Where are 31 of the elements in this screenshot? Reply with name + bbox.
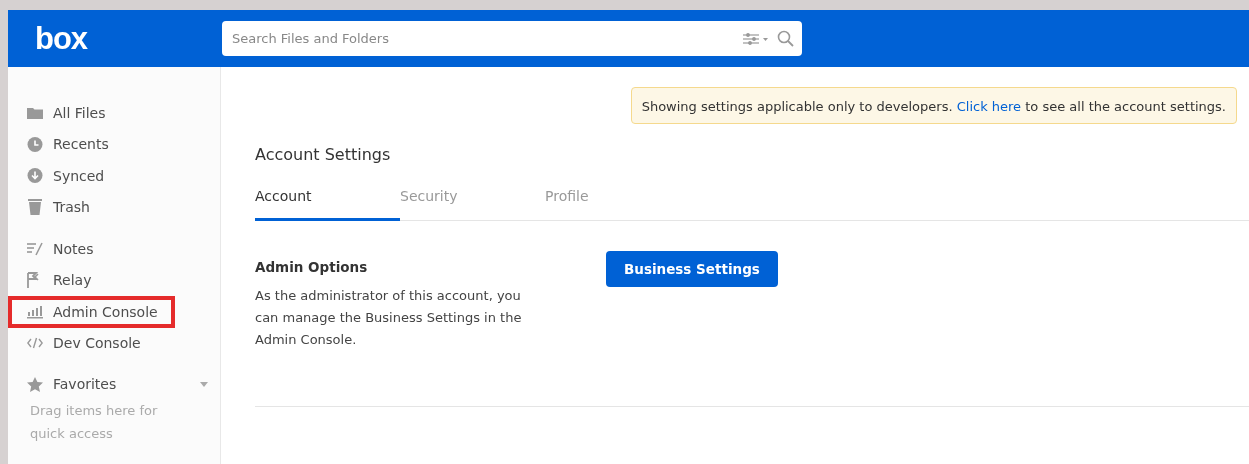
page-title: Account Settings bbox=[255, 145, 392, 164]
sidebar-item[interactable]: Trash bbox=[8, 191, 220, 223]
favorites-hint: Drag items here for quick access bbox=[29, 402, 159, 443]
sidebar-item[interactable]: Dev Console bbox=[8, 327, 220, 359]
section-description: As the administrator of this account, you can manage the Business Settings in the Admin Console. bbox=[255, 287, 523, 349]
folder-icon bbox=[27, 105, 43, 120]
sidebar-item[interactable]: Admin Console bbox=[8, 296, 175, 328]
filter-icon[interactable] bbox=[743, 32, 769, 45]
search-field[interactable]: Search Files and Folders bbox=[222, 21, 802, 56]
sidebar-item[interactable]: All Files bbox=[8, 97, 220, 129]
logo[interactable]: box bbox=[35, 20, 222, 57]
click-here-link[interactable]: Click here bbox=[956, 99, 1022, 114]
section-title: Admin Options bbox=[255, 259, 369, 275]
tab[interactable]: Account bbox=[255, 188, 400, 221]
sidebar-item[interactable]: Relay bbox=[8, 264, 220, 296]
star-icon bbox=[27, 376, 43, 392]
search-input[interactable]: Search Files and Folders bbox=[230, 30, 743, 47]
search-icon[interactable] bbox=[777, 30, 794, 47]
trash-icon bbox=[27, 199, 43, 216]
sidebar-item[interactable]: Notes bbox=[8, 233, 220, 265]
sidebar-item[interactable]: Recents bbox=[8, 128, 220, 160]
bar-chart-icon bbox=[27, 304, 43, 319]
business-settings-button[interactable]: Business Settings bbox=[606, 251, 778, 287]
clock-icon bbox=[27, 136, 43, 152]
favorites-header[interactable]: Favorites bbox=[8, 369, 220, 399]
notes-icon bbox=[27, 241, 43, 256]
download-icon bbox=[27, 168, 43, 184]
notice-text: Showing settings applicable only to developers. Click here to see all the account settings. bbox=[641, 99, 1226, 114]
code-icon bbox=[27, 337, 43, 350]
caret-icon bbox=[200, 381, 208, 387]
sidebar-item[interactable]: Synced bbox=[8, 160, 220, 192]
